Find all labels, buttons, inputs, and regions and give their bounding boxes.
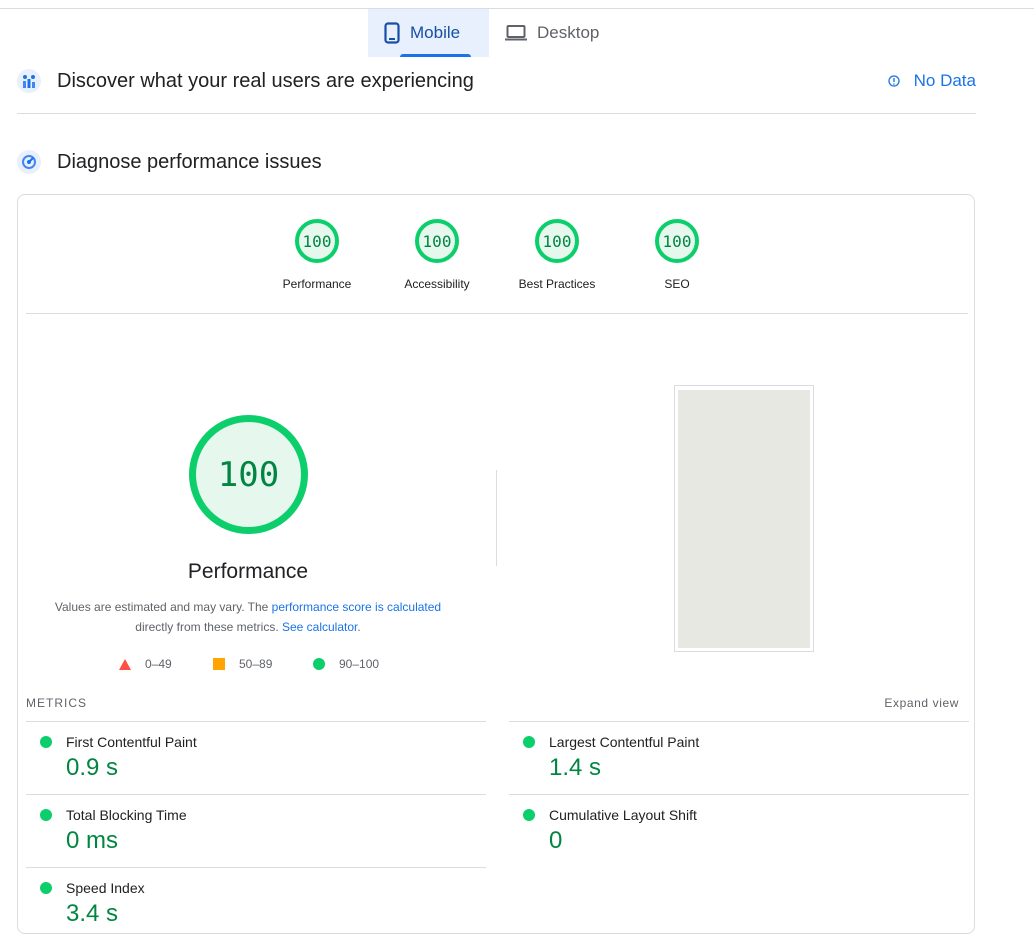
laptop-icon (505, 24, 527, 42)
metric-divider (509, 721, 969, 722)
desc-text: Values are estimated and may vary. The (54, 600, 272, 614)
tab-mobile-label: Mobile (410, 23, 461, 42)
legend-range: 90–100 (339, 657, 380, 671)
field-data-header: Discover what your real users are experi… (17, 69, 474, 93)
gauges-divider (26, 313, 968, 314)
desc-text: directly from these metrics. (135, 620, 282, 634)
column-divider (496, 470, 497, 566)
square-icon (213, 658, 225, 670)
metric-lcp: Largest Contentful Paint 1.4 s (509, 721, 969, 782)
page-screenshot-thumbnail[interactable] (674, 385, 814, 652)
pass-dot-icon (523, 809, 535, 821)
gauge-label: Performance (282, 277, 352, 291)
phone-icon (384, 22, 400, 44)
metric-divider (509, 794, 969, 795)
metric-value: 0.9 s (66, 754, 119, 781)
no-data-label: No Data (913, 71, 976, 90)
metric-value: 3.4 s (66, 900, 119, 927)
lab-data-title: Diagnose performance issues (57, 150, 322, 173)
score-ring: 100 (535, 219, 579, 263)
thumbnail-image (678, 390, 810, 648)
metric-divider (26, 867, 486, 868)
metric-si: Speed Index 3.4 s (26, 867, 486, 928)
gauge-icon (17, 150, 41, 174)
users-chart-icon (17, 69, 41, 93)
tab-desktop[interactable]: Desktop (489, 9, 615, 57)
gauge-label: SEO (664, 277, 690, 291)
metric-name: Total Blocking Time (66, 807, 187, 823)
field-data-title: Discover what your real users are experi… (57, 69, 474, 92)
pass-dot-icon (40, 809, 52, 821)
metric-value: 0 ms (66, 827, 119, 854)
circle-icon (313, 658, 325, 670)
desc-text: . (357, 620, 361, 634)
no-data-link[interactable]: No Data (887, 71, 976, 91)
gauge-performance[interactable]: 100 Performance (257, 219, 377, 291)
score-calculated-link[interactable]: performance score is calculated (272, 600, 441, 614)
gauge-label: Accessibility (404, 277, 470, 291)
legend-pass: 90–100 (313, 657, 379, 671)
section-divider (17, 113, 976, 114)
metrics-heading: METRICS (26, 696, 87, 710)
triangle-icon (119, 658, 131, 670)
info-icon (887, 75, 900, 87)
legend-fail: 0–49 (119, 657, 172, 671)
score-ring: 100 (415, 219, 459, 263)
score-ring: 100 (655, 219, 699, 263)
pass-dot-icon (40, 882, 52, 894)
metric-divider (26, 721, 486, 722)
gauge-accessibility[interactable]: 100 Accessibility (377, 219, 497, 291)
pass-dot-icon (523, 736, 535, 748)
device-tabs: Mobile Desktop (368, 9, 615, 57)
legend-range: 50–89 (239, 657, 273, 671)
metric-tbt: Total Blocking Time 0 ms (26, 794, 486, 855)
metric-divider (26, 794, 486, 795)
metric-name: Speed Index (66, 880, 145, 896)
expand-view-button[interactable]: Expand view (884, 696, 959, 710)
performance-description: Values are estimated and may vary. The p… (48, 597, 448, 637)
gauge-label: Best Practices (518, 277, 596, 291)
metric-name: Largest Contentful Paint (549, 734, 700, 750)
tab-desktop-label: Desktop (537, 23, 600, 42)
gauge-seo[interactable]: 100 SEO (617, 219, 737, 291)
gauge-best-practices[interactable]: 100 Best Practices (497, 219, 617, 291)
score-ring: 100 (295, 219, 339, 263)
metric-name: Cumulative Layout Shift (549, 807, 697, 823)
metric-value: 0 (549, 827, 563, 854)
metric-value: 1.4 s (549, 754, 602, 781)
metric-name: First Contentful Paint (66, 734, 197, 750)
tab-mobile[interactable]: Mobile (368, 9, 489, 57)
lab-data-header: Diagnose performance issues (17, 150, 322, 174)
metric-fcp: First Contentful Paint 0.9 s (26, 721, 486, 782)
pass-dot-icon (40, 736, 52, 748)
see-calculator-link[interactable]: See calculator (282, 620, 357, 634)
performance-score-gauge: 100 (189, 415, 308, 534)
legend-average: 50–89 (213, 657, 272, 671)
performance-title: Performance (187, 560, 309, 583)
metric-cls: Cumulative Layout Shift 0 (509, 794, 969, 855)
legend-range: 0–49 (145, 657, 172, 671)
